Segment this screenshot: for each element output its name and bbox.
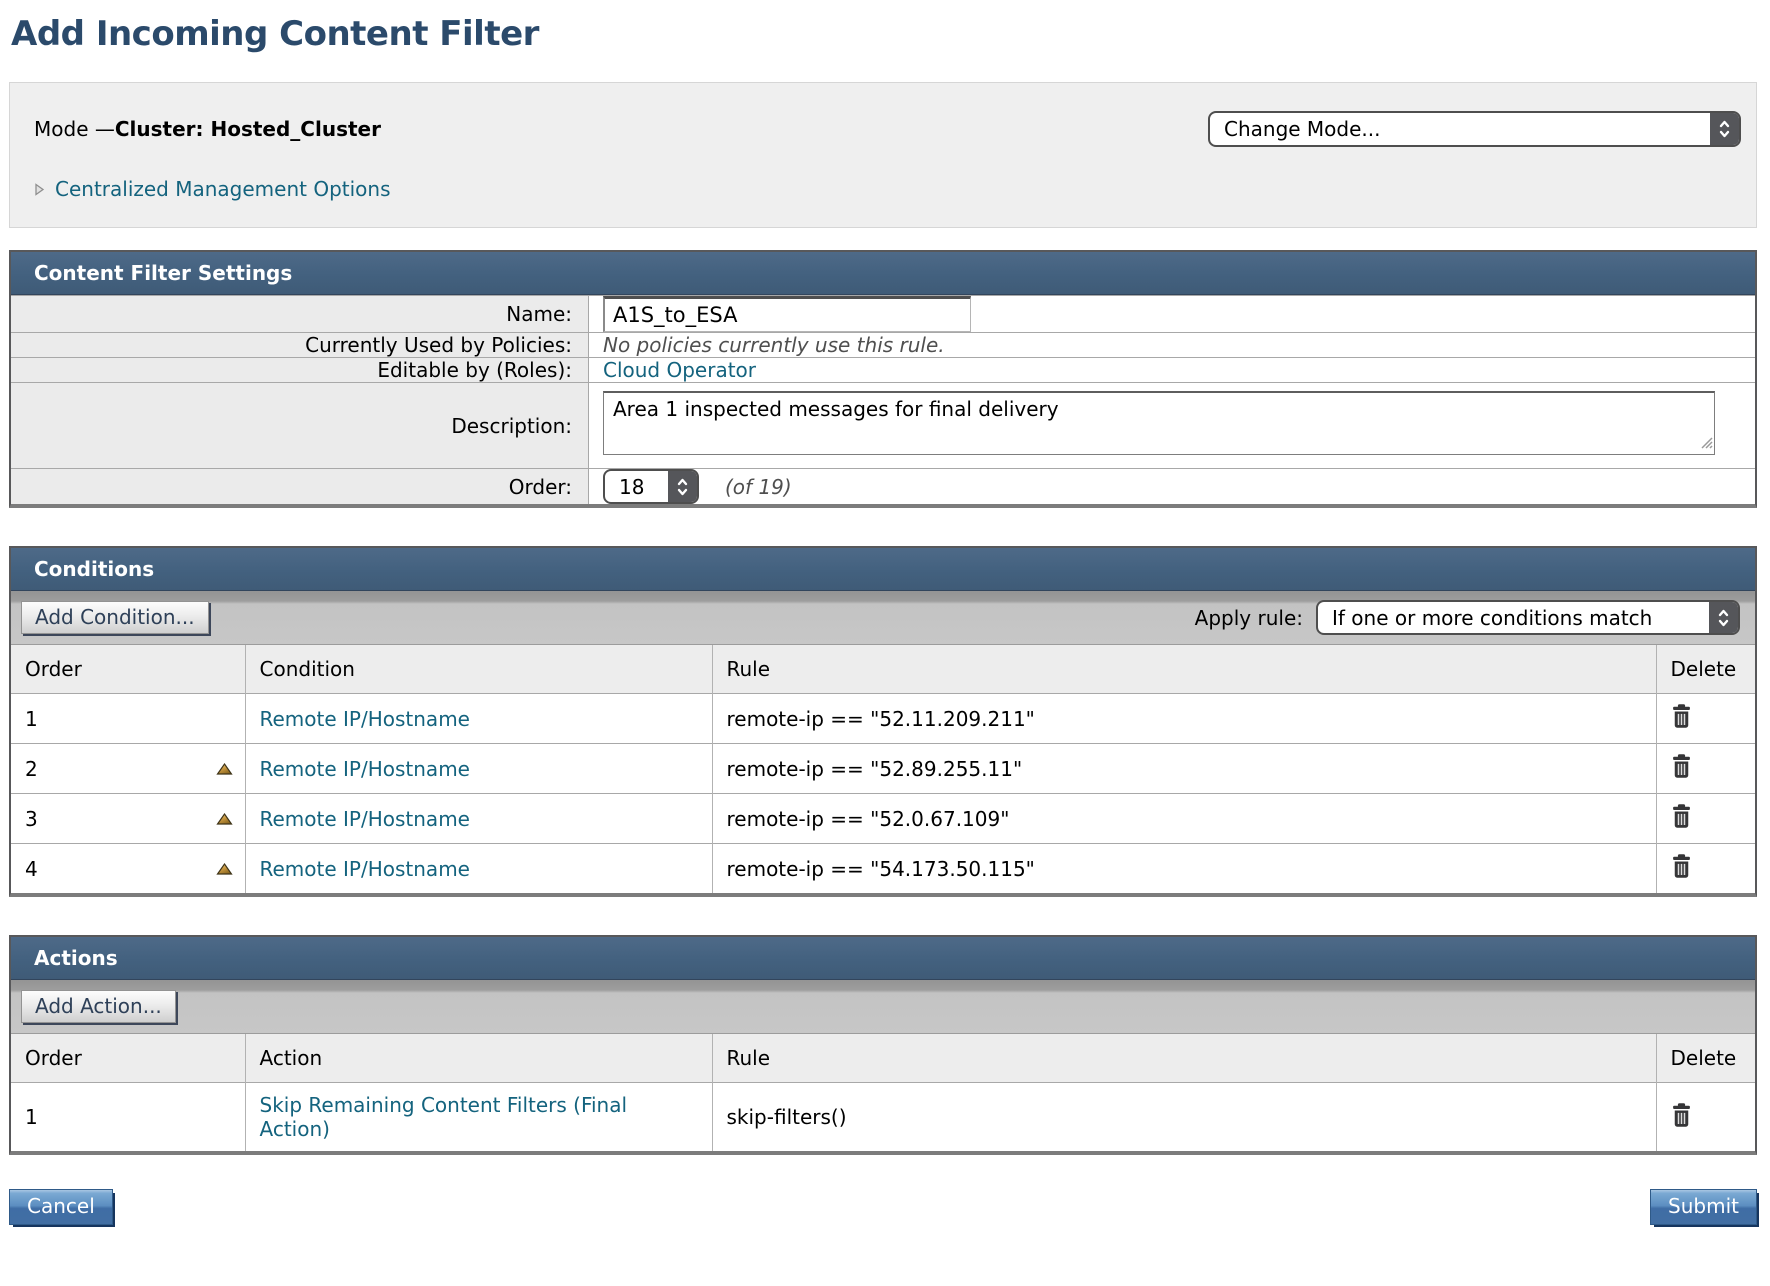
stepper-icon (1710, 113, 1739, 145)
apply-rule-select-value: If one or more conditions match (1318, 602, 1709, 633)
stepper-icon (1709, 602, 1738, 633)
delete-trash-icon[interactable] (1671, 754, 1692, 778)
action-order: 1 (11, 1083, 245, 1152)
condition-rule: remote-ip == "52.89.255.11" (712, 744, 1656, 794)
condition-order: 2 (25, 757, 38, 781)
content-filter-settings-panel: Content Filter Settings Name: Currently … (9, 250, 1757, 508)
condition-order: 1 (11, 694, 245, 744)
delete-trash-icon[interactable] (1671, 854, 1692, 878)
roles-label: Editable by (Roles): (11, 357, 589, 382)
submit-button[interactable]: Submit (1650, 1189, 1757, 1225)
add-action-button[interactable]: Add Action... (21, 990, 176, 1023)
page-title: Add Incoming Content Filter (11, 14, 1757, 54)
description-textarea[interactable]: Area 1 inspected messages for final deli… (603, 391, 1715, 455)
name-label: Name: (11, 295, 589, 332)
name-input[interactable] (603, 296, 971, 332)
conditions-panel: Conditions Add Condition... Apply rule: … (9, 546, 1757, 897)
move-up-icon[interactable] (214, 860, 235, 877)
condition-link[interactable]: Remote IP/Hostname (260, 857, 470, 881)
disclosure-triangle-icon[interactable] (34, 182, 45, 197)
description-label: Description: (11, 382, 589, 468)
move-up-icon[interactable] (214, 810, 235, 827)
move-up-icon[interactable] (214, 760, 235, 777)
condition-order: 4 (25, 857, 38, 881)
condition-link[interactable]: Remote IP/Hostname (260, 807, 470, 831)
conditions-header-rule: Rule (712, 645, 1656, 694)
change-mode-select-value: Change Mode... (1210, 113, 1710, 145)
apply-rule-label: Apply rule: (1195, 606, 1303, 630)
mode-label: Mode (34, 117, 95, 141)
condition-row: 3 Remote IP/Hostname remote-ip == "52.0.… (11, 794, 1755, 844)
condition-rule: remote-ip == "52.11.209.211" (712, 694, 1656, 744)
actions-table: Order Action Rule Delete 1 Skip Remainin… (11, 1034, 1755, 1151)
condition-order: 3 (25, 807, 38, 831)
policies-label: Currently Used by Policies: (11, 332, 589, 357)
conditions-table: Order Condition Rule Delete 1 Remote IP/… (11, 645, 1755, 893)
condition-row: 2 Remote IP/Hostname remote-ip == "52.89… (11, 744, 1755, 794)
mode-dash: — (95, 117, 115, 141)
action-link[interactable]: Skip Remaining Content Filters (Final Ac… (260, 1093, 628, 1141)
delete-trash-icon[interactable] (1671, 1103, 1692, 1127)
condition-rule: remote-ip == "52.0.67.109" (712, 794, 1656, 844)
actions-header-delete: Delete (1656, 1034, 1755, 1083)
action-row: 1 Skip Remaining Content Filters (Final … (11, 1083, 1755, 1152)
actions-header-order: Order (11, 1034, 245, 1083)
condition-rule: remote-ip == "54.173.50.115" (712, 844, 1656, 894)
cloud-operator-link[interactable]: Cloud Operator (603, 358, 756, 382)
delete-trash-icon[interactable] (1671, 704, 1692, 728)
condition-link[interactable]: Remote IP/Hostname (260, 707, 470, 731)
mode-value: Cluster: Hosted_Cluster (115, 117, 381, 141)
order-select-value: 18 (605, 471, 668, 502)
mode-panel: Mode —Cluster: Hosted_Cluster Change Mod… (9, 82, 1757, 228)
stepper-icon (668, 471, 697, 502)
action-rule: skip-filters() (712, 1083, 1656, 1152)
add-condition-button[interactable]: Add Condition... (21, 601, 209, 634)
conditions-title: Conditions (11, 548, 1755, 591)
apply-rule-select[interactable]: If one or more conditions match (1316, 600, 1740, 635)
content-filter-settings-title: Content Filter Settings (11, 252, 1755, 295)
condition-row: 4 Remote IP/Hostname remote-ip == "54.17… (11, 844, 1755, 894)
actions-title: Actions (11, 937, 1755, 980)
actions-header-rule: Rule (712, 1034, 1656, 1083)
centralized-management-options-link[interactable]: Centralized Management Options (55, 177, 391, 201)
cancel-button[interactable]: Cancel (9, 1189, 113, 1225)
condition-link[interactable]: Remote IP/Hostname (260, 757, 470, 781)
actions-panel: Actions Add Action... Order Action Rule … (9, 935, 1757, 1155)
policies-value: No policies currently use this rule. (603, 333, 945, 357)
conditions-header-condition: Condition (245, 645, 712, 694)
page-root: Add Incoming Content Filter Mode —Cluste… (9, 14, 1757, 1225)
condition-row: 1 Remote IP/Hostname remote-ip == "52.11… (11, 694, 1755, 744)
change-mode-select[interactable]: Change Mode... (1208, 111, 1741, 147)
order-select[interactable]: 18 (603, 469, 699, 504)
order-label: Order: (11, 468, 589, 504)
conditions-header-delete: Delete (1656, 645, 1755, 694)
order-total: (of 19) (725, 475, 792, 499)
conditions-header-order: Order (11, 645, 245, 694)
actions-header-action: Action (245, 1034, 712, 1083)
mode-text: Mode —Cluster: Hosted_Cluster (34, 117, 381, 141)
delete-trash-icon[interactable] (1671, 804, 1692, 828)
